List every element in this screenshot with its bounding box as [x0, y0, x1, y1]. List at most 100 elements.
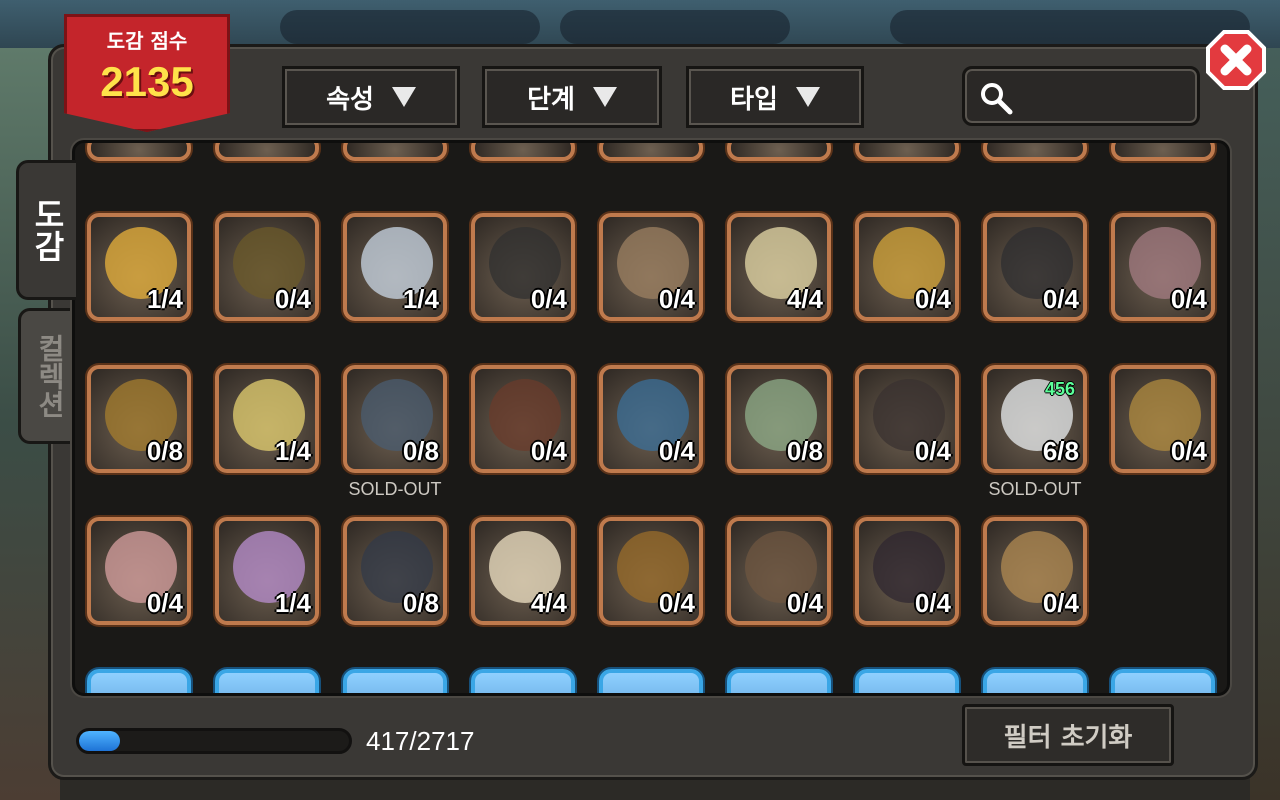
monster-count: 6/8: [1042, 436, 1079, 466]
monster-card[interactable]: 0/4: [1111, 365, 1215, 473]
monster-count: 0/4: [658, 588, 695, 618]
monster-card-partial[interactable]: [215, 143, 319, 161]
monster-card-partial[interactable]: [1111, 143, 1215, 161]
monster-count: 0/4: [658, 284, 695, 314]
monster-count: 0/8: [402, 588, 439, 618]
monster-card[interactable]: 0/4: [1111, 213, 1215, 321]
monster-count: 0/4: [1042, 284, 1079, 314]
monster-card-partial[interactable]: [855, 669, 959, 693]
monster-card-partial[interactable]: [983, 143, 1087, 161]
monster-card[interactable]: 0/4: [599, 365, 703, 473]
monster-card[interactable]: 1/4: [87, 213, 191, 321]
monster-count: 0/4: [914, 588, 951, 618]
monster-card-partial[interactable]: [599, 669, 703, 693]
monster-count: 0/8: [146, 436, 183, 466]
sold-out-label: SOLD-OUT: [348, 479, 442, 499]
chevron-down-icon: [592, 87, 617, 107]
tab-dex-label: 도감: [28, 198, 67, 262]
chevron-down-icon: [391, 87, 416, 107]
monster-count: 1/4: [274, 436, 311, 466]
filter-type-label: 타입: [730, 84, 778, 115]
monster-card[interactable]: 0/4: [599, 213, 703, 321]
filter-stage-dropdown[interactable]: 단계: [482, 66, 662, 128]
reset-filter-button[interactable]: 필터 초기화: [962, 704, 1174, 766]
hud-gold-pill: [560, 10, 790, 44]
monster-card-partial[interactable]: [471, 669, 575, 693]
monster-count: 0/4: [274, 284, 311, 314]
monster-card-partial[interactable]: [343, 669, 447, 693]
monster-card[interactable]: 0/4: [599, 517, 703, 625]
score-value: 2135: [100, 58, 194, 105]
filter-attribute-label: 속성: [326, 84, 374, 115]
monster-count: 0/4: [530, 436, 567, 466]
tab-collection-label: 컬렉션: [33, 334, 67, 418]
monster-card-partial[interactable]: [343, 143, 447, 161]
monster-card-partial[interactable]: [87, 143, 191, 161]
score-title: 도감 점수: [106, 29, 188, 53]
tab-collection[interactable]: 컬렉션: [18, 308, 78, 444]
monster-card-partial[interactable]: [87, 669, 191, 693]
monster-card[interactable]: 0/4: [983, 517, 1087, 625]
monster-card[interactable]: 0/8: [343, 517, 447, 625]
monster-card-partial[interactable]: [599, 143, 703, 161]
tab-dex[interactable]: 도감: [16, 160, 76, 300]
monster-count: 0/4: [658, 436, 695, 466]
sold-out-label: SOLD-OUT: [988, 479, 1082, 499]
monster-card[interactable]: 1/4: [343, 213, 447, 321]
score-ribbon: 도감 점수 2135: [64, 14, 230, 132]
monster-count: 1/4: [402, 284, 439, 314]
monster-card-partial[interactable]: [471, 143, 575, 161]
monster-count: 1/4: [146, 284, 183, 314]
monster-count: 0/4: [146, 588, 183, 618]
monster-count: 4/4: [786, 284, 823, 314]
monster-count: 0/4: [530, 284, 567, 314]
close-icon[interactable]: [1204, 28, 1268, 92]
monster-card[interactable]: 1/4: [215, 365, 319, 473]
monster-card[interactable]: 0/4: [87, 517, 191, 625]
monster-grid[interactable]: 1/4 0/4 1/4 0/4 0/4 4/4 0/4 0/4 0/4 0/8 1/4 0/8 SOLD…: [72, 140, 1230, 696]
monster-card-partial[interactable]: [1111, 669, 1215, 693]
monster-card[interactable]: 0/4: [215, 213, 319, 321]
progress-text: 417/2717: [366, 726, 475, 756]
monster-count: 0/8: [786, 436, 823, 466]
filter-attribute-dropdown[interactable]: 속성: [282, 66, 460, 128]
monster-card[interactable]: 0/4: [471, 213, 575, 321]
monster-card-partial[interactable]: [983, 669, 1087, 693]
monster-card[interactable]: 0/8: [87, 365, 191, 473]
monster-card[interactable]: 0/8: [727, 365, 831, 473]
search-input[interactable]: [962, 66, 1200, 126]
progress-fill: [79, 731, 121, 751]
monster-count: 0/4: [1042, 588, 1079, 618]
monster-card[interactable]: 0/4: [855, 517, 959, 625]
chevron-down-icon: [795, 87, 820, 107]
filter-type-dropdown[interactable]: 타입: [686, 66, 864, 128]
monster-card-partial[interactable]: [855, 143, 959, 161]
monster-card[interactable]: 4/4: [471, 517, 575, 625]
monster-card[interactable]: 0/4: [471, 365, 575, 473]
monster-card[interactable]: 0/8: [343, 365, 447, 473]
hud-currency-pill: [280, 10, 540, 44]
monster-count: 0/8: [402, 436, 439, 466]
monster-card[interactable]: 1/4: [215, 517, 319, 625]
progress-bar: [76, 728, 352, 754]
monster-count: 0/4: [786, 588, 823, 618]
hud-menu-pill: [890, 10, 1250, 44]
monster-count: 1/4: [274, 588, 311, 618]
monster-card-partial[interactable]: [727, 669, 831, 693]
monster-count: 0/4: [1170, 284, 1207, 314]
search-icon: [981, 83, 1013, 115]
monster-card[interactable]: 0/4: [983, 213, 1087, 321]
monster-card[interactable]: 0/4: [727, 517, 831, 625]
monster-card-partial[interactable]: [727, 143, 831, 161]
monster-card[interactable]: 0/4: [855, 365, 959, 473]
monster-card[interactable]: 456 6/8: [983, 365, 1087, 473]
monster-card-partial[interactable]: [215, 669, 319, 693]
monster-count: 0/4: [914, 436, 951, 466]
monster-count: 4/4: [530, 588, 567, 618]
filter-stage-label: 단계: [527, 84, 575, 115]
monster-count: 0/4: [914, 284, 951, 314]
monster-badge: 456: [1044, 379, 1075, 399]
monster-count: 0/4: [1170, 436, 1207, 466]
monster-card[interactable]: 4/4: [727, 213, 831, 321]
monster-card[interactable]: 0/4: [855, 213, 959, 321]
